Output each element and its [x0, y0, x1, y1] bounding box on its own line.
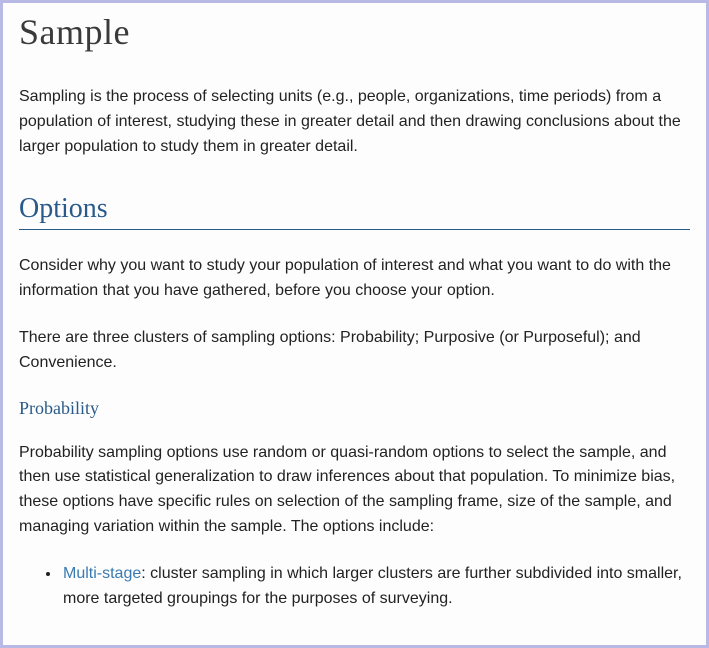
options-heading: Options	[19, 193, 690, 230]
options-paragraph-1: Consider why you want to study your popu…	[19, 254, 690, 304]
multi-stage-link[interactable]: Multi-stage	[63, 565, 141, 582]
list-item: Multi-stage: cluster sampling in which l…	[61, 562, 690, 612]
options-paragraph-2: There are three clusters of sampling opt…	[19, 326, 690, 376]
document-frame: Sample Sampling is the process of select…	[0, 0, 709, 648]
page-title: Sample	[19, 11, 690, 53]
probability-options-list: Multi-stage: cluster sampling in which l…	[19, 562, 690, 612]
probability-paragraph: Probability sampling options use random …	[19, 441, 690, 540]
probability-heading: Probability	[19, 398, 690, 419]
intro-paragraph: Sampling is the process of selecting uni…	[19, 85, 690, 159]
multi-stage-desc: : cluster sampling in which larger clust…	[63, 565, 682, 607]
